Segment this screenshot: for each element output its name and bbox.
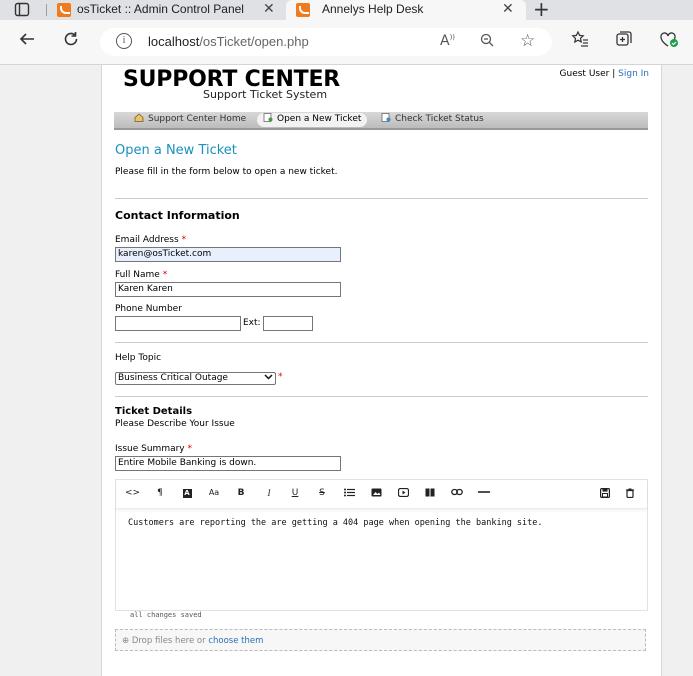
file-dropzone[interactable]: ⊕ Drop files here or choose them <box>115 629 646 651</box>
ticket-details-title: Ticket Details <box>115 406 193 417</box>
ticket-details-subtitle: Please Describe Your Issue <box>115 419 235 429</box>
osticket-favicon-icon <box>57 3 71 17</box>
favorites-icon[interactable] <box>571 30 589 52</box>
upload-icon: ⊕ <box>122 636 130 646</box>
underline-icon[interactable]: U <box>288 488 302 498</box>
divider <box>115 342 648 343</box>
video-icon[interactable] <box>396 487 410 500</box>
refresh-icon[interactable] <box>60 30 82 52</box>
page-title: Open a New Ticket <box>115 143 237 158</box>
tab-title: osTicket :: Admin Control Panel <box>77 2 244 16</box>
page-intro: Please fill in the form below to open a … <box>115 167 338 177</box>
divider <box>115 396 648 397</box>
help-topic-required: * <box>278 372 283 382</box>
back-icon[interactable] <box>16 30 38 52</box>
divider <box>115 198 648 199</box>
dropzone-text: Drop files here or <box>131 636 206 646</box>
logo-subtitle: Support Ticket System <box>203 88 328 101</box>
horizontal-rule-icon[interactable] <box>477 488 491 499</box>
editor-body-text[interactable]: Customers are reporting the are getting … <box>128 518 543 528</box>
help-topic-selected: Business Critical Outage <box>118 373 228 383</box>
rich-text-editor: <> ¶ A Aa B I U S Customers are reportin… <box>115 479 648 611</box>
table-icon[interactable] <box>423 488 437 500</box>
home-icon <box>134 113 144 122</box>
user-links: Guest User | Sign In <box>560 69 649 79</box>
browser-toolbar: i localhost/osTicket/open.php A)) ☆ <box>0 20 693 65</box>
help-topic-label: Help Topic <box>115 353 162 363</box>
main-nav: Support Center Home Open a New Ticket Ch… <box>114 112 648 130</box>
image-icon[interactable] <box>369 488 383 500</box>
ext-label: Ext: <box>243 318 261 328</box>
collections-icon[interactable] <box>615 30 633 52</box>
guest-user-label: Guest User <box>559 69 610 79</box>
editor-status: all changes saved <box>130 611 202 619</box>
text-color-icon[interactable]: A <box>180 488 194 498</box>
strikethrough-icon[interactable]: S <box>315 488 329 498</box>
tab-title: Annelys Help Desk <box>322 2 424 16</box>
status-icon <box>381 113 391 122</box>
chevron-down-icon <box>264 372 273 385</box>
page-container: SUPPORT CENTER Support Ticket System Gue… <box>101 65 662 676</box>
bold-icon[interactable]: B <box>234 488 248 498</box>
link-icon[interactable] <box>450 488 464 499</box>
separator: | <box>612 69 616 79</box>
tab-admin-panel[interactable]: osTicket :: Admin Control Panel ✕ <box>47 0 283 20</box>
email-field[interactable]: karen@osTicket.com <box>115 247 341 262</box>
contact-section-title: Contact Information <box>115 209 240 222</box>
ext-field[interactable] <box>263 316 313 331</box>
trash-icon[interactable] <box>623 488 637 501</box>
issue-summary-field[interactable]: Entire Mobile Banking is down. <box>115 456 341 471</box>
full-name-field[interactable]: Karen Karen <box>115 282 341 297</box>
site-info-icon[interactable]: i <box>116 33 132 49</box>
browser-tab-bar: osTicket :: Admin Control Panel ✕ Annely… <box>0 0 693 21</box>
code-view-icon[interactable]: <> <box>125 488 140 498</box>
email-label: Email Address * <box>115 235 187 245</box>
close-tab-icon[interactable]: ✕ <box>502 1 514 17</box>
tab-help-desk[interactable]: Annelys Help Desk ✕ <box>286 0 526 20</box>
favorite-star-icon[interactable]: ☆ <box>520 31 535 51</box>
full-name-label: Full Name * <box>115 270 168 280</box>
italic-icon[interactable]: I <box>262 488 276 498</box>
save-draft-icon[interactable] <box>598 488 612 501</box>
page-viewport: SUPPORT CENTER Support Ticket System Gue… <box>0 65 693 676</box>
address-bar[interactable]: i localhost/osTicket/open.php A)) ☆ <box>100 28 552 56</box>
phone-label: Phone Number <box>115 304 182 314</box>
tab-actions-icon[interactable] <box>14 2 30 18</box>
choose-files-link[interactable]: choose them <box>208 636 263 646</box>
editor-toolbar: <> ¶ A Aa B I U S <box>116 480 647 509</box>
browser-essentials-icon[interactable] <box>659 30 679 52</box>
nav-check-ticket-status[interactable]: Check Ticket Status <box>381 113 484 127</box>
nav-support-center-home[interactable]: Support Center Home <box>134 113 246 127</box>
list-icon[interactable] <box>342 488 356 500</box>
sign-in-link[interactable]: Sign In <box>618 69 649 79</box>
new-tab-icon[interactable]: + <box>533 0 550 21</box>
close-tab-icon[interactable]: ✕ <box>263 1 275 17</box>
help-topic-select[interactable]: Business Critical Outage <box>115 372 276 385</box>
osticket-favicon-icon <box>296 3 310 17</box>
nav-open-new-ticket[interactable]: Open a New Ticket <box>257 113 368 127</box>
zoom-out-icon[interactable] <box>480 33 494 51</box>
phone-field[interactable] <box>115 316 241 331</box>
read-aloud-icon[interactable]: A)) <box>440 33 455 49</box>
new-ticket-icon <box>263 113 273 122</box>
font-size-icon[interactable]: Aa <box>207 488 221 497</box>
issue-summary-label: Issue Summary * <box>115 444 193 454</box>
paragraph-icon[interactable]: ¶ <box>153 488 167 498</box>
url-text: localhost/osTicket/open.php <box>148 34 309 49</box>
